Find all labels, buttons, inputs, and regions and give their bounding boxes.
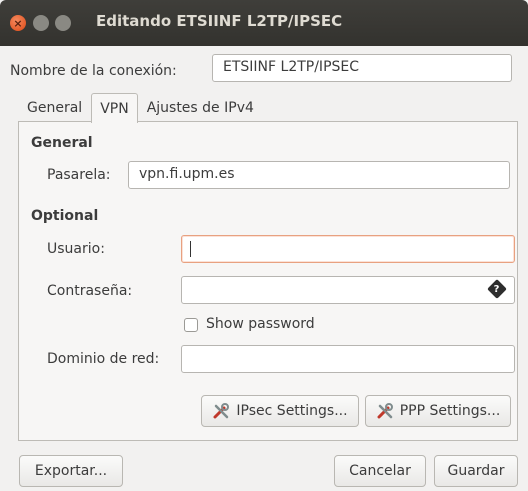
user-label: Usuario: [47, 241, 105, 257]
connection-name-input[interactable]: ETSIINF L2TP/IPSEC [212, 54, 512, 82]
password-label: Contraseña: [47, 283, 133, 299]
minimize-window-button[interactable] [33, 15, 49, 31]
window-titlebar: × Editando ETSIINF L2TP/IPSEC [0, 0, 528, 46]
domain-input[interactable] [181, 345, 515, 373]
tab-vpn[interactable]: VPN [91, 93, 138, 123]
gateway-input[interactable]: vpn.fi.upm.es [128, 161, 510, 189]
tab-bar: General VPN Ajustes de IPv4 [18, 92, 263, 123]
close-icon: × [13, 16, 23, 30]
tools-icon [213, 403, 230, 419]
general-section-title: General [31, 135, 93, 151]
cancel-button[interactable]: Cancelar [334, 455, 426, 487]
connection-name-label: Nombre de la conexión: [10, 63, 177, 79]
tools-icon [377, 403, 393, 419]
show-password-checkbox[interactable] [184, 318, 198, 332]
ipsec-settings-button[interactable]: IPsec Settings... [201, 395, 359, 427]
window-title: Editando ETSIINF L2TP/IPSEC [96, 12, 343, 30]
show-password-label: Show password [206, 316, 315, 332]
user-input[interactable] [181, 235, 515, 263]
tab-general[interactable]: General [18, 92, 91, 122]
text-caret [190, 241, 191, 257]
password-icon[interactable]: ? [487, 279, 507, 299]
ppp-settings-label: PPP Settings... [399, 403, 501, 419]
export-button[interactable]: Exportar... [19, 455, 123, 487]
ipsec-settings-label: IPsec Settings... [236, 403, 348, 419]
domain-label: Dominio de red: [47, 351, 160, 367]
tab-ipv4[interactable]: Ajustes de IPv4 [138, 92, 263, 122]
gateway-label: Pasarela: [47, 167, 111, 183]
maximize-window-button[interactable] [55, 15, 71, 31]
password-input[interactable]: ? [181, 276, 515, 304]
save-button[interactable]: Guardar [434, 455, 518, 487]
ppp-settings-button[interactable]: PPP Settings... [365, 395, 511, 427]
vpn-panel: General Pasarela: vpn.fi.upm.es Optional… [18, 121, 518, 441]
optional-section-title: Optional [31, 208, 99, 224]
close-window-button[interactable]: × [10, 15, 26, 31]
